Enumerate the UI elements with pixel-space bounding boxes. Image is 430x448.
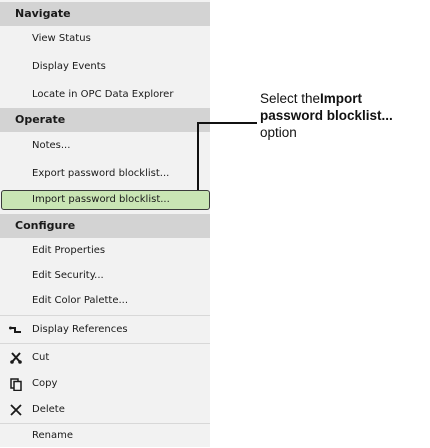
section-header-navigate: Navigate	[0, 2, 210, 26]
menu-separator	[0, 343, 210, 344]
menu-item-locate-opc[interactable]: Locate in OPC Data Explorer	[0, 83, 210, 107]
menu-item-notes[interactable]: Notes...	[0, 134, 210, 158]
menu-separator	[0, 315, 210, 316]
section-header-operate: Operate	[0, 108, 210, 132]
context-menu: Navigate View Status Display Events Loca…	[0, 0, 210, 447]
callout-annotation: Select theImport password blocklist... op…	[260, 90, 428, 141]
menu-item-edit-security[interactable]: Edit Security...	[0, 264, 210, 288]
callout-prefix: Select the	[260, 91, 321, 106]
menu-item-cut[interactable]: Cut	[0, 346, 210, 370]
menu-item-display-references[interactable]: Display References	[0, 318, 210, 342]
callout-leader-vertical	[197, 122, 199, 190]
section-header-configure: Configure	[0, 214, 210, 238]
menu-item-edit-properties[interactable]: Edit Properties	[0, 239, 210, 263]
callout-leader-horizontal	[197, 122, 257, 124]
menu-item-view-status[interactable]: View Status	[0, 27, 210, 51]
menu-item-rename[interactable]: Rename	[0, 424, 210, 448]
callout-suffix: option	[260, 125, 297, 140]
menu-item-edit-color-palette[interactable]: Edit Color Palette...	[0, 289, 210, 313]
menu-item-copy[interactable]: Copy	[0, 372, 210, 396]
menu-item-display-events[interactable]: Display Events	[0, 55, 210, 79]
menu-item-export-blocklist[interactable]: Export password blocklist...	[0, 162, 210, 186]
menu-item-delete[interactable]: Delete	[0, 398, 210, 422]
menu-item-import-blocklist[interactable]: Import password blocklist...	[1, 190, 210, 210]
